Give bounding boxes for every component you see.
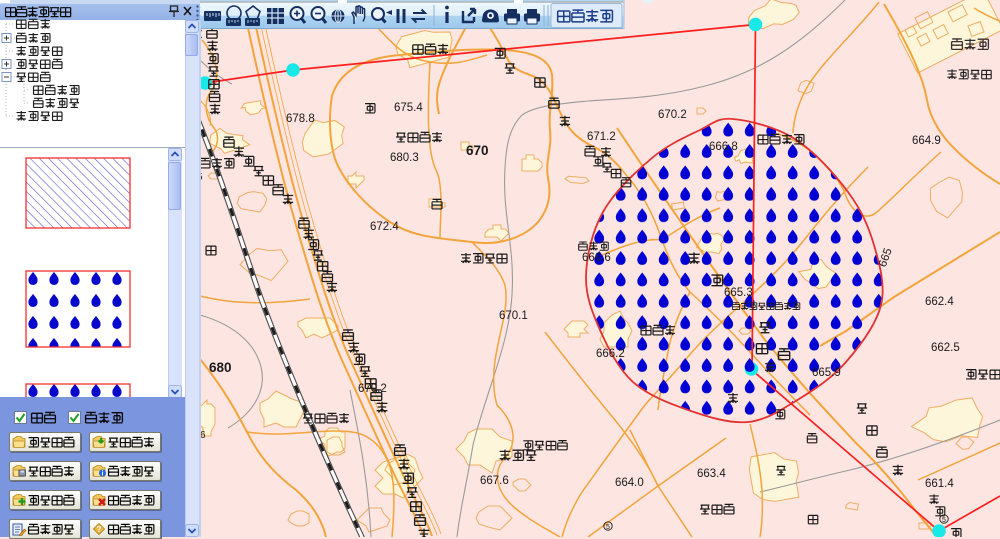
- svg-text:?: ?: [97, 525, 102, 534]
